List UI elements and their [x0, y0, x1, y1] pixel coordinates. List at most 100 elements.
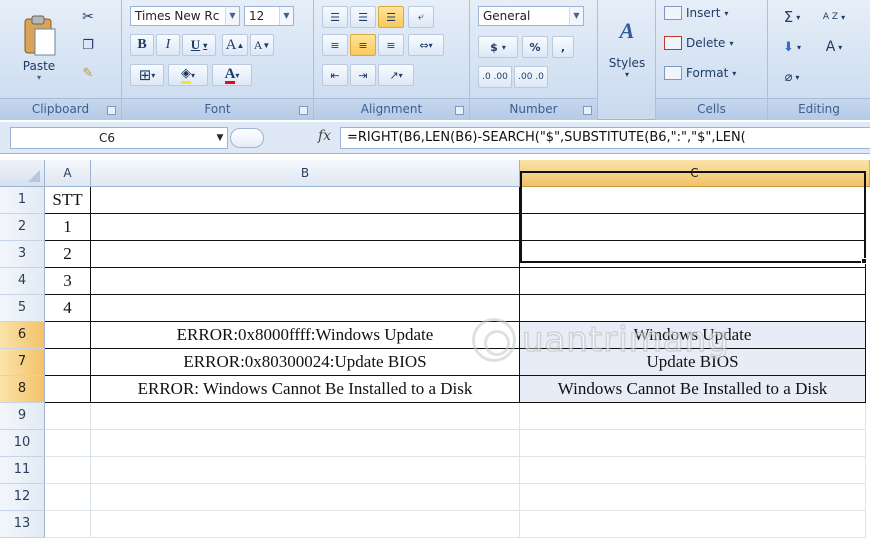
name-box[interactable]: C6	[10, 127, 228, 149]
cell-a[interactable]	[45, 349, 91, 376]
cell-a[interactable]: 1	[45, 214, 91, 241]
cell-a[interactable]	[45, 376, 91, 403]
cell-b[interactable]	[91, 214, 520, 241]
cell-c[interactable]: Windows Cannot Be Installed to a Disk	[520, 376, 866, 403]
font-color-button[interactable]: A ▾	[212, 64, 252, 86]
cell-a[interactable]	[45, 484, 91, 511]
cell-a[interactable]	[45, 430, 91, 457]
copy-button[interactable]: ❐	[76, 34, 100, 56]
increase-decimal-button[interactable]: .0 .00	[478, 66, 512, 88]
cell-a[interactable]	[45, 511, 91, 538]
fill-button[interactable]: ⬇ ▾	[774, 36, 810, 58]
row-header[interactable]: 9	[0, 403, 45, 430]
cell-c[interactable]	[520, 430, 866, 457]
find-select-button[interactable]: A ▾	[814, 36, 854, 58]
column-header-a[interactable]: A	[45, 160, 91, 187]
styles-button[interactable]: A Styles ▾	[604, 4, 650, 92]
font-size-combo[interactable]: 12 ▼	[244, 6, 294, 26]
cell-b[interactable]: ERROR: Windows Cannot Be Installed to a …	[91, 376, 520, 403]
align-left-button[interactable]: ≡	[322, 34, 348, 56]
row-header[interactable]: 4	[0, 268, 45, 295]
insert-button[interactable]: Insert ▾	[664, 6, 728, 20]
column-header-c[interactable]: C	[520, 160, 870, 187]
cell-a[interactable]	[45, 403, 91, 430]
grow-font-button[interactable]: A ▲	[222, 34, 248, 56]
cell-a[interactable]: 3	[45, 268, 91, 295]
font-dialog-launcher-icon[interactable]	[299, 106, 308, 115]
column-header-b[interactable]: B	[91, 160, 520, 187]
row-header[interactable]: 13	[0, 511, 45, 538]
row-header[interactable]: 10	[0, 430, 45, 457]
borders-button[interactable]: ⊞ ▾	[130, 64, 164, 86]
row-header[interactable]: 7	[0, 349, 45, 376]
paste-button[interactable]: Paste ▾	[10, 4, 68, 92]
decrease-indent-button[interactable]: ⇤	[322, 64, 348, 86]
row-header[interactable]: 2	[0, 214, 45, 241]
row-header[interactable]: 8	[0, 376, 45, 403]
formula-bar-expand-handle[interactable]	[230, 128, 264, 148]
clear-button[interactable]: ⌀ ▾	[774, 66, 810, 88]
cell-b[interactable]	[91, 268, 520, 295]
cell-c[interactable]	[520, 187, 866, 214]
cell-b[interactable]: ERROR:0x8000ffff:Windows Update	[91, 322, 520, 349]
insert-function-button[interactable]: fx	[318, 128, 331, 144]
align-middle-button[interactable]: ☰	[350, 6, 376, 28]
cell-b[interactable]	[91, 295, 520, 322]
cell-a[interactable]: 4	[45, 295, 91, 322]
row-header[interactable]: 1	[0, 187, 45, 214]
percent-button[interactable]: %	[522, 36, 548, 58]
row-header[interactable]: 11	[0, 457, 45, 484]
cell-b[interactable]	[91, 430, 520, 457]
cell-a[interactable]	[45, 322, 91, 349]
cell-b[interactable]	[91, 484, 520, 511]
cell-b[interactable]	[91, 241, 520, 268]
bold-button[interactable]: B	[130, 34, 154, 56]
row-header[interactable]: 6	[0, 322, 45, 349]
currency-button[interactable]: $ ▾	[478, 36, 518, 58]
cell-a[interactable]: 2	[45, 241, 91, 268]
formula-input[interactable]: =RIGHT(B6,LEN(B6)-SEARCH("$",SUBSTITUTE(…	[340, 127, 870, 149]
format-button[interactable]: Format ▾	[664, 66, 736, 80]
cell-c[interactable]	[520, 241, 866, 268]
row-header[interactable]: 12	[0, 484, 45, 511]
cell-a[interactable]	[45, 457, 91, 484]
shrink-font-button[interactable]: A ▼	[250, 34, 274, 56]
row-header[interactable]: 3	[0, 241, 45, 268]
merge-center-button[interactable]: ⇔ ▾	[408, 34, 444, 56]
sort-filter-button[interactable]: A Z ▾	[814, 6, 854, 28]
format-painter-button[interactable]: ✎	[76, 62, 100, 84]
cell-b[interactable]: ERROR:0x80300024:Update BIOS	[91, 349, 520, 376]
italic-button[interactable]: I	[156, 34, 180, 56]
align-top-button[interactable]: ☰	[322, 6, 348, 28]
align-center-button[interactable]: ≡	[350, 34, 376, 56]
select-all-button[interactable]	[0, 160, 45, 187]
clipboard-dialog-launcher-icon[interactable]	[107, 106, 116, 115]
align-right-button[interactable]: ≡	[378, 34, 404, 56]
fill-handle[interactable]	[861, 258, 867, 264]
cell-b[interactable]	[91, 511, 520, 538]
wrap-text-button[interactable]: ⤶	[408, 6, 434, 28]
cell-b[interactable]	[91, 457, 520, 484]
increase-indent-button[interactable]: ⇥	[350, 64, 376, 86]
row-header[interactable]: 5	[0, 295, 45, 322]
delete-button[interactable]: Delete ▾	[664, 36, 733, 50]
underline-button[interactable]: U ▾	[182, 34, 216, 56]
orientation-button[interactable]: ↗ ▾	[378, 64, 414, 86]
cell-c[interactable]	[520, 511, 866, 538]
cell-b[interactable]	[91, 403, 520, 430]
autosum-button[interactable]: Σ ▾	[774, 6, 810, 28]
name-box-dropdown-icon[interactable]: ▼	[212, 127, 228, 149]
cell-b[interactable]	[91, 187, 520, 214]
number-dialog-launcher-icon[interactable]	[583, 106, 592, 115]
font-name-combo[interactable]: Times New Rc ▼	[130, 6, 240, 26]
cell-a[interactable]: STT	[45, 187, 91, 214]
cell-c[interactable]	[520, 484, 866, 511]
decrease-decimal-button[interactable]: .00 .0	[514, 66, 548, 88]
alignment-dialog-launcher-icon[interactable]	[455, 106, 464, 115]
cell-c[interactable]	[520, 214, 866, 241]
cell-c[interactable]	[520, 268, 866, 295]
cut-button[interactable]: ✂	[76, 6, 100, 28]
number-format-combo[interactable]: General ▼	[478, 6, 584, 26]
align-bottom-button[interactable]: ☰	[378, 6, 404, 28]
cell-c[interactable]	[520, 457, 866, 484]
